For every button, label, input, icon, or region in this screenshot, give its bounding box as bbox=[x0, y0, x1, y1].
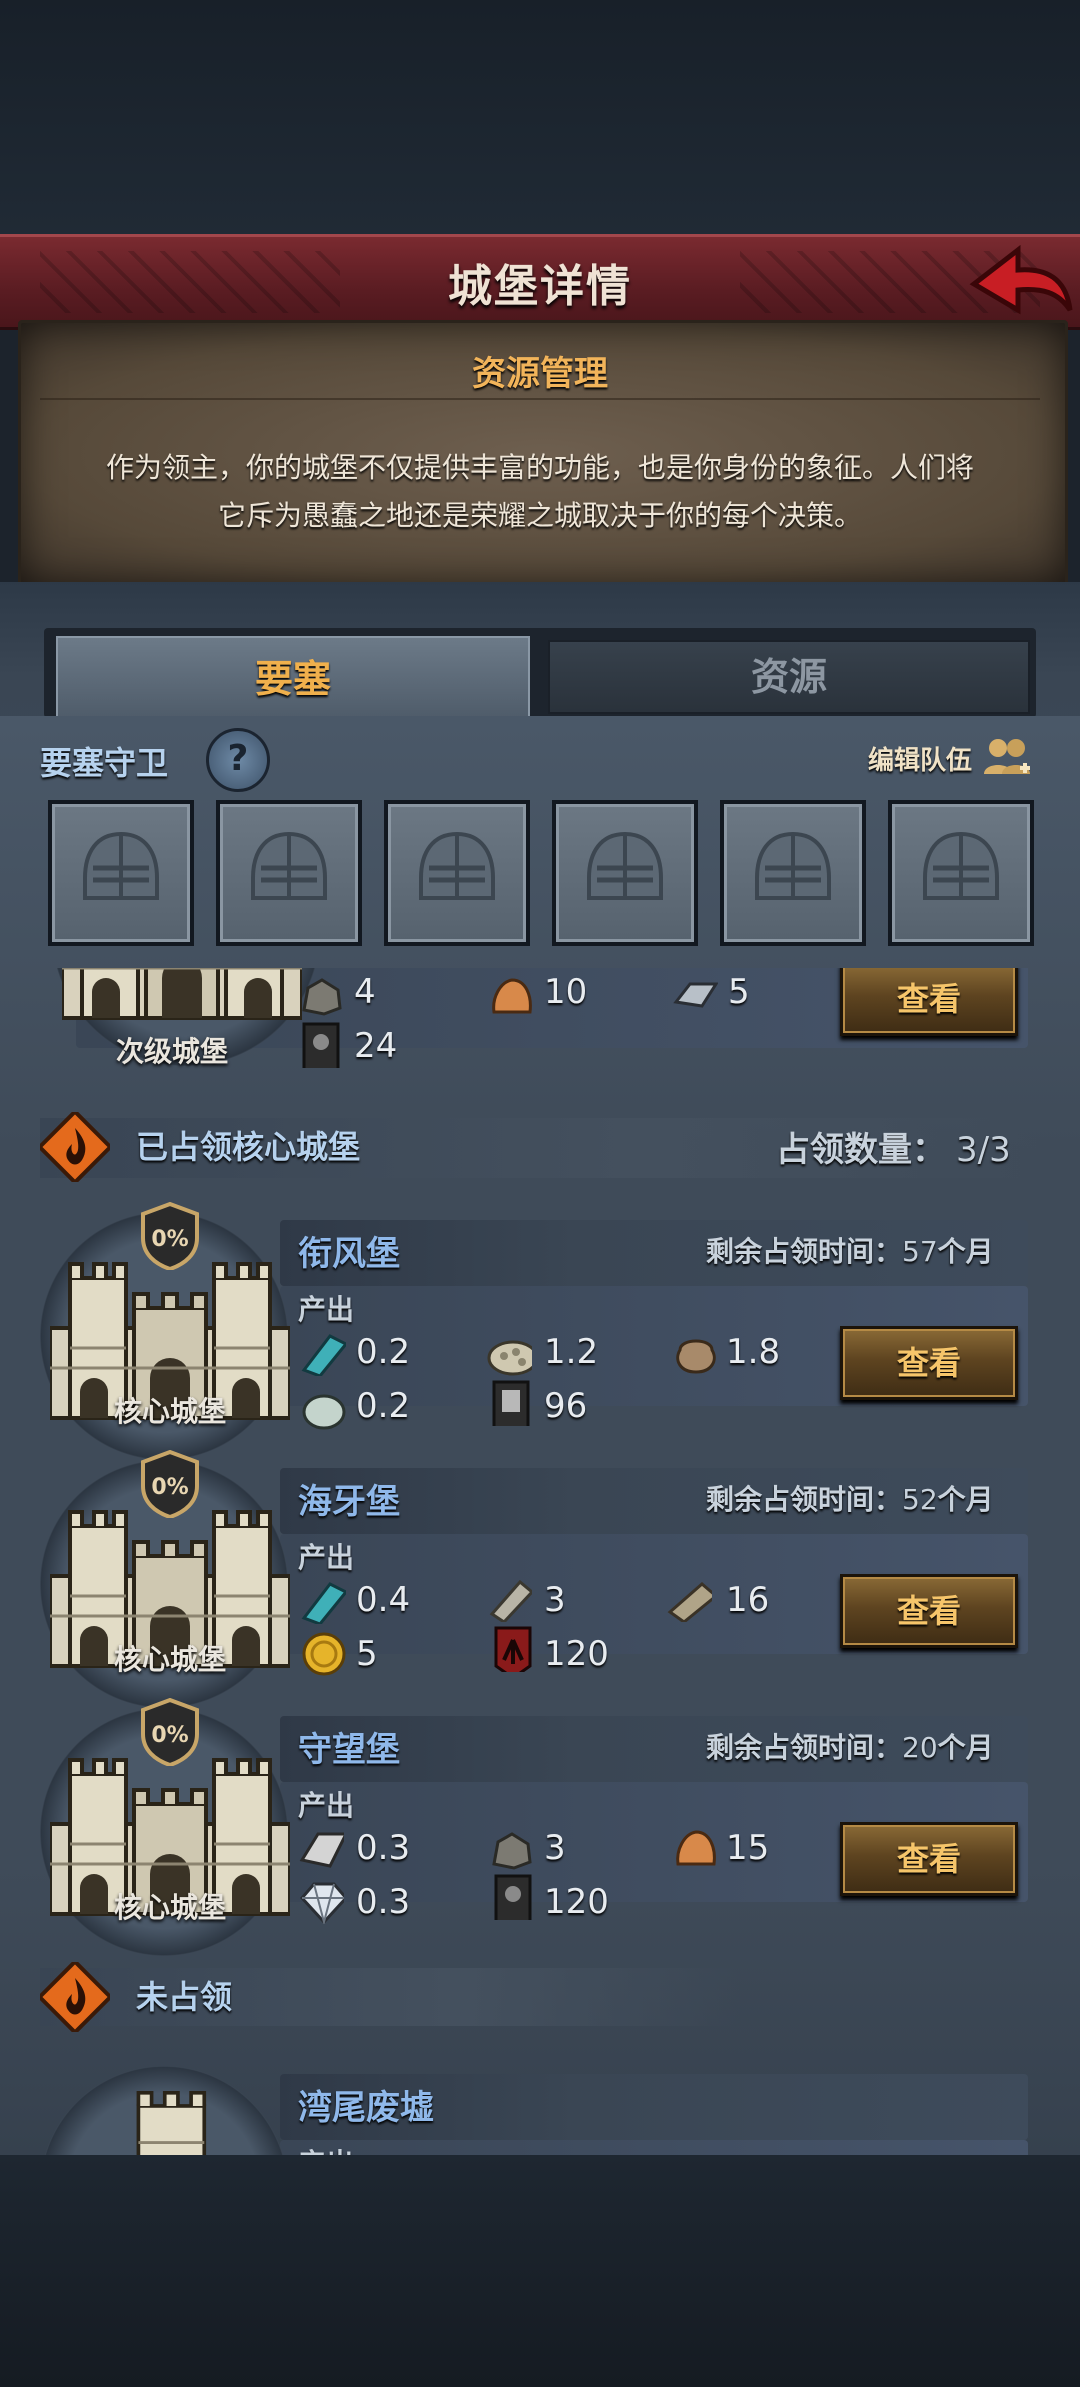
cloth-icon bbox=[301, 1334, 346, 1376]
diamond-icon bbox=[299, 1882, 344, 1924]
occupy-shield-icon bbox=[141, 1450, 199, 1518]
copper-ore-icon bbox=[676, 1830, 716, 1866]
resource-value: 5 bbox=[356, 1634, 378, 1674]
view-button[interactable]: 查看 bbox=[840, 1822, 1018, 1896]
guard-slot[interactable] bbox=[888, 800, 1034, 946]
resource-value: 3 bbox=[544, 1580, 566, 1620]
stone-icon bbox=[302, 978, 342, 1016]
produce-label: 产出 bbox=[298, 1541, 355, 1574]
resource-value: 16 bbox=[726, 1580, 770, 1620]
resource-value: 1.8 bbox=[726, 1332, 781, 1372]
back-button[interactable] bbox=[966, 240, 1076, 320]
produce-label: 产出 bbox=[298, 1789, 355, 1822]
castle-type-caption: 核心城堡 bbox=[113, 1395, 226, 1428]
empty-helmet-icon bbox=[249, 828, 329, 918]
occupy-shield-icon bbox=[141, 1698, 199, 1766]
flame-icon bbox=[40, 1112, 110, 1182]
resource-value: 5 bbox=[728, 972, 750, 1012]
flame-icon bbox=[40, 1962, 110, 2032]
tab-resources[interactable]: 资源 bbox=[548, 640, 1030, 714]
bottom-backdrop bbox=[0, 2155, 1080, 2387]
occupy-shield-icon bbox=[141, 1202, 199, 1270]
team-icon[interactable] bbox=[982, 734, 1032, 782]
intro-text: 作为领主，你的城堡不仅提供丰富的功能，也是你身份的象征。人们将 它斥为愚蠢之地还… bbox=[50, 444, 1030, 540]
empty-helmet-icon bbox=[417, 828, 497, 918]
scroll-icon bbox=[489, 1579, 532, 1622]
guard-slot[interactable] bbox=[720, 800, 866, 946]
castle-name: 守望堡 bbox=[298, 1730, 400, 1770]
grain-icon bbox=[487, 1340, 532, 1376]
silver-ingot-icon bbox=[299, 1832, 344, 1868]
view-button[interactable]: 查看 bbox=[840, 968, 1018, 1036]
castle-list[interactable]: 次级城堡 4 10 5 24 查看 已占领核心城堡 占领数量： 3/3 核心城堡 … bbox=[0, 968, 1080, 2155]
castle-name: 衔风堡 bbox=[298, 1234, 400, 1274]
help-icon[interactable]: ? bbox=[206, 728, 270, 792]
leather-roll-icon bbox=[667, 1582, 712, 1622]
intro-line-1: 作为领主，你的城堡不仅提供丰富的功能，也是你身份的象征。人们将 bbox=[105, 451, 974, 484]
cloth-icon bbox=[301, 1582, 346, 1624]
castle-row bbox=[280, 2140, 1028, 2155]
produce-label: 产出 bbox=[298, 1293, 355, 1326]
resource-value: 4 bbox=[354, 972, 376, 1012]
soldier-card-icon bbox=[302, 1022, 340, 1068]
resource-value: 24 bbox=[354, 1026, 398, 1066]
gold-coin-icon bbox=[302, 1632, 346, 1676]
tab-fortress[interactable]: 要塞 bbox=[56, 636, 530, 720]
castle-type-caption: 核心城堡 bbox=[113, 1643, 226, 1676]
fortress-guard-label: 要塞守卫 bbox=[40, 744, 169, 782]
resource-value: 0.3 bbox=[356, 1882, 411, 1922]
knight-card-icon bbox=[492, 1380, 530, 1426]
empty-helmet-icon bbox=[585, 828, 665, 918]
iron-ingot-icon bbox=[673, 982, 718, 1008]
intro-title: 资源管理 bbox=[472, 354, 608, 394]
view-button[interactable]: 查看 bbox=[840, 1574, 1018, 1648]
castle-name: 湾尾废墟 bbox=[298, 2088, 434, 2128]
castle-type-caption: 核心城堡 bbox=[113, 1891, 226, 1924]
resource-value: 10 bbox=[544, 972, 588, 1012]
page-title: 城堡详情 bbox=[448, 261, 632, 312]
occupied-section-title: 已占领核心城堡 bbox=[136, 1128, 361, 1166]
top-backdrop bbox=[0, 0, 1080, 234]
empty-helmet-icon bbox=[921, 828, 1001, 918]
resource-value: 15 bbox=[726, 1828, 770, 1868]
guard-slot[interactable] bbox=[384, 800, 530, 946]
resource-value: 0.4 bbox=[356, 1580, 411, 1620]
secondary-castle-icon bbox=[62, 968, 302, 1020]
unoccupied-section-title: 未占领 bbox=[136, 1978, 233, 2016]
guard-slot[interactable] bbox=[552, 800, 698, 946]
guard-slot[interactable] bbox=[48, 800, 194, 946]
resource-value: 3 bbox=[544, 1828, 566, 1868]
resource-value: 0.3 bbox=[356, 1828, 411, 1868]
occupied-count-label: 占领数量： 3/3 bbox=[776, 1130, 1011, 1170]
castle-type-caption: 次级城堡 bbox=[115, 1035, 228, 1068]
egg-icon bbox=[302, 1394, 346, 1430]
ruin-castle-icon bbox=[136, 2090, 207, 2155]
produce-label: 产出 bbox=[298, 2142, 354, 2155]
resource-value: 0.2 bbox=[356, 1332, 411, 1372]
intro-line-2: 它斥为愚蠢之地还是荣耀之城取决于你的每个决策。 bbox=[217, 499, 862, 532]
guard-slot[interactable] bbox=[216, 800, 362, 946]
view-button[interactable]: 查看 bbox=[840, 1326, 1018, 1400]
resource-value: 120 bbox=[544, 1882, 609, 1922]
resource-value: 120 bbox=[544, 1634, 609, 1674]
soldier-card-icon bbox=[494, 1874, 532, 1920]
stone-icon bbox=[492, 1832, 532, 1870]
divider bbox=[40, 398, 1040, 400]
resource-value: 1.2 bbox=[544, 1332, 599, 1372]
resource-value: 96 bbox=[544, 1386, 588, 1426]
resource-value: 0.2 bbox=[356, 1386, 411, 1426]
empty-helmet-icon bbox=[81, 828, 161, 918]
edit-team-button[interactable]: 编辑队伍 bbox=[868, 740, 972, 777]
copper-ore-icon bbox=[492, 978, 532, 1014]
remaining-time: 剩余占领时间：52个月 bbox=[706, 1483, 994, 1516]
red-banner-icon bbox=[494, 1626, 532, 1672]
castle-name: 海牙堡 bbox=[298, 1482, 400, 1522]
sack-icon bbox=[676, 1339, 716, 1374]
empty-helmet-icon bbox=[753, 828, 833, 918]
remaining-time: 剩余占领时间：57个月 bbox=[706, 1235, 994, 1268]
remaining-time: 剩余占领时间：20个月 bbox=[706, 1731, 994, 1764]
back-arrow-icon bbox=[969, 244, 1073, 315]
